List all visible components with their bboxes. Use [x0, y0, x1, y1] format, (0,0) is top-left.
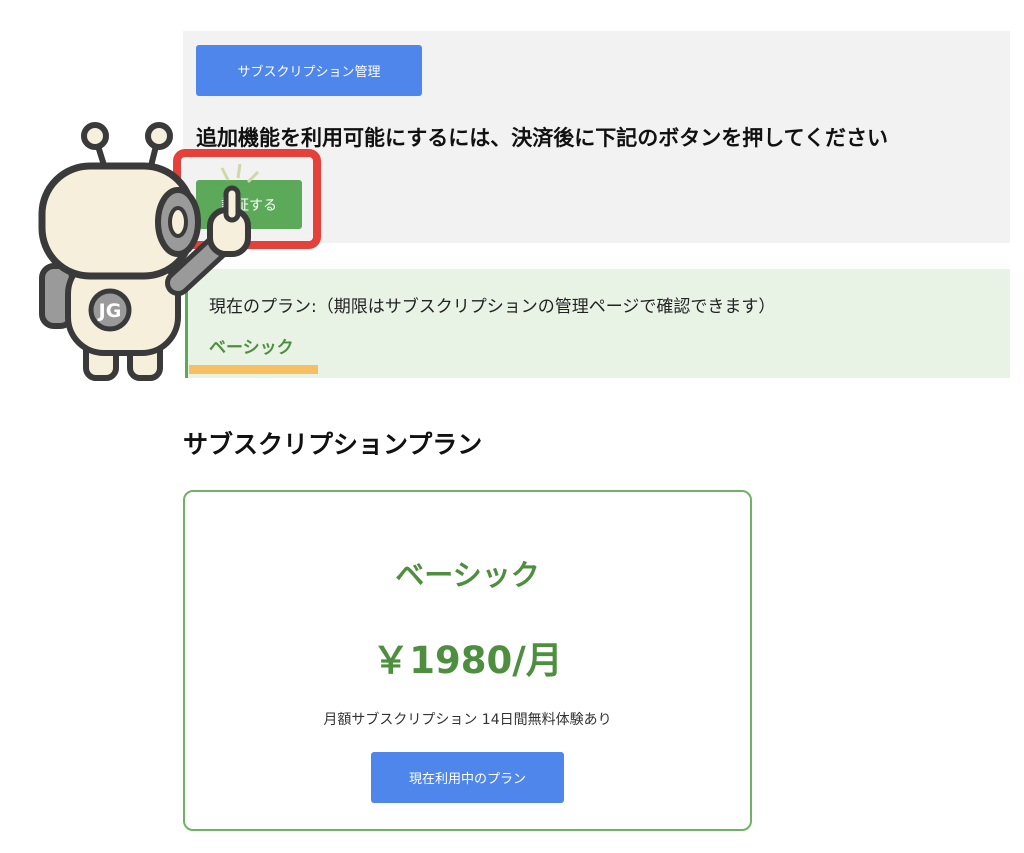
current-plan-label: 現在のプラン:（期限はサブスクリプションの管理ページで確認できます） [209, 297, 776, 317]
auth-instruction-text: 追加機能を利用可能にするには、決済後に下記のボタンを押してください [196, 126, 888, 150]
plan-card-name: ベーシック [395, 558, 540, 592]
subscription-plans-title: サブスクリプションプラン [183, 430, 483, 459]
subscription-manage-button[interactable]: サブスクリプション管理 [196, 45, 422, 96]
current-plan-panel [185, 269, 1010, 378]
robot-mascot-icon: JG [38, 122, 260, 381]
plan-card-description: 月額サブスクリプション 14日間無料体験あり [323, 712, 612, 728]
current-plan-button[interactable]: 現在利用中のプラン [371, 752, 564, 803]
plan-card-price: ￥1980/月 [372, 639, 563, 682]
mascot-badge-text: JG [97, 300, 122, 322]
